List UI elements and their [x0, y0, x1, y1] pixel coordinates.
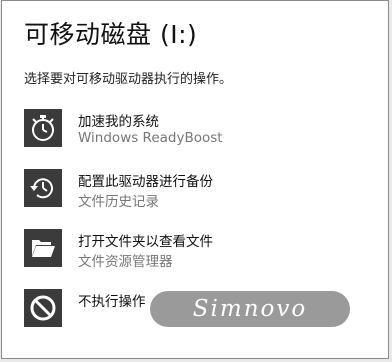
option-label: 不执行操作: [78, 294, 146, 310]
option-description: Windows ReadyBoost: [78, 130, 223, 146]
option-readyboost[interactable]: 加速我的系统 Windows ReadyBoost: [24, 109, 364, 151]
history-clock-icon: [24, 169, 62, 207]
autoplay-dialog: 可移动磁盘 (I:) 选择要对可移动驱动器执行的操作。 加速我的系统 Windo…: [1, 0, 389, 359]
watermark: Simnovo: [150, 291, 350, 327]
folder-open-icon: [24, 229, 62, 267]
option-label: 配置此驱动器进行备份: [78, 174, 213, 190]
option-description: 文件历史记录: [78, 194, 159, 210]
option-description: 文件资源管理器: [78, 254, 173, 270]
stopwatch-icon: [24, 109, 62, 147]
option-label: 加速我的系统: [78, 114, 159, 130]
dialog-subtitle: 选择要对可移动驱动器执行的操作。: [24, 72, 233, 87]
dialog-title: 可移动磁盘 (I:): [24, 20, 198, 49]
option-label: 打开文件夹以查看文件: [78, 234, 213, 250]
no-action-icon: [24, 289, 62, 327]
option-open-folder[interactable]: 打开文件夹以查看文件 文件资源管理器: [24, 229, 364, 271]
option-backup[interactable]: 配置此驱动器进行备份 文件历史记录: [24, 169, 364, 211]
